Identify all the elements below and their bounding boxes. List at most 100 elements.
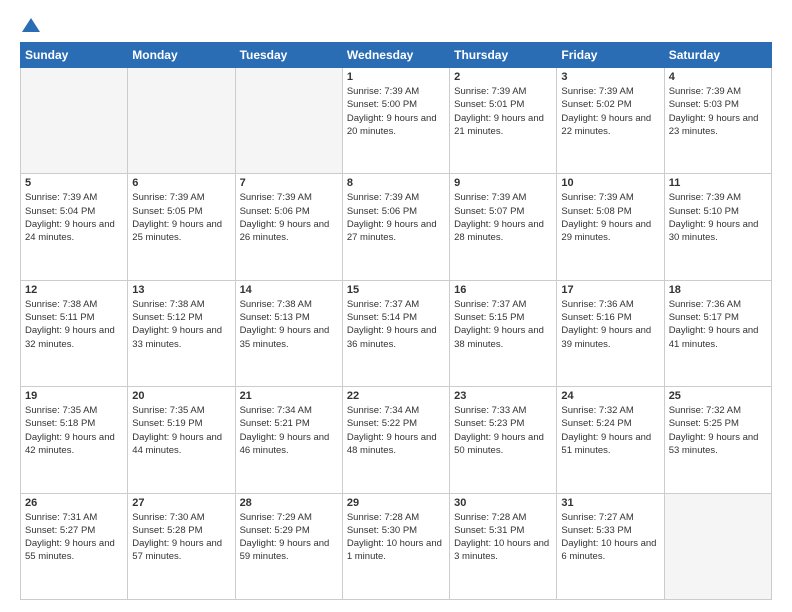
calendar-cell: 27 Sunrise: 7:30 AMSunset: 5:28 PMDaylig… <box>128 493 235 599</box>
calendar-cell: 13 Sunrise: 7:38 AMSunset: 5:12 PMDaylig… <box>128 280 235 386</box>
day-info: Sunrise: 7:31 AMSunset: 5:27 PMDaylight:… <box>25 511 123 564</box>
day-number: 20 <box>132 390 230 402</box>
weekday-header-saturday: Saturday <box>664 43 771 68</box>
weekday-header-friday: Friday <box>557 43 664 68</box>
day-number: 3 <box>561 71 659 83</box>
calendar-cell: 3 Sunrise: 7:39 AMSunset: 5:02 PMDayligh… <box>557 68 664 174</box>
day-info: Sunrise: 7:39 AMSunset: 5:01 PMDaylight:… <box>454 85 552 138</box>
day-number: 29 <box>347 497 445 509</box>
calendar-cell: 14 Sunrise: 7:38 AMSunset: 5:13 PMDaylig… <box>235 280 342 386</box>
day-info: Sunrise: 7:27 AMSunset: 5:33 PMDaylight:… <box>561 511 659 564</box>
day-number: 17 <box>561 284 659 296</box>
day-info: Sunrise: 7:38 AMSunset: 5:12 PMDaylight:… <box>132 298 230 351</box>
day-number: 30 <box>454 497 552 509</box>
day-info: Sunrise: 7:39 AMSunset: 5:04 PMDaylight:… <box>25 191 123 244</box>
day-number: 31 <box>561 497 659 509</box>
calendar-table: SundayMondayTuesdayWednesdayThursdayFrid… <box>20 42 772 600</box>
day-number: 9 <box>454 177 552 189</box>
calendar-cell: 8 Sunrise: 7:39 AMSunset: 5:06 PMDayligh… <box>342 174 449 280</box>
day-info: Sunrise: 7:39 AMSunset: 5:03 PMDaylight:… <box>669 85 767 138</box>
day-info: Sunrise: 7:37 AMSunset: 5:14 PMDaylight:… <box>347 298 445 351</box>
day-info: Sunrise: 7:30 AMSunset: 5:28 PMDaylight:… <box>132 511 230 564</box>
weekday-header-row: SundayMondayTuesdayWednesdayThursdayFrid… <box>21 43 772 68</box>
calendar-cell <box>664 493 771 599</box>
logo-triangle-icon <box>22 16 40 34</box>
day-info: Sunrise: 7:34 AMSunset: 5:21 PMDaylight:… <box>240 404 338 457</box>
calendar-cell: 5 Sunrise: 7:39 AMSunset: 5:04 PMDayligh… <box>21 174 128 280</box>
calendar-cell <box>21 68 128 174</box>
calendar-cell: 25 Sunrise: 7:32 AMSunset: 5:25 PMDaylig… <box>664 387 771 493</box>
week-row-5: 26 Sunrise: 7:31 AMSunset: 5:27 PMDaylig… <box>21 493 772 599</box>
day-number: 14 <box>240 284 338 296</box>
weekday-header-tuesday: Tuesday <box>235 43 342 68</box>
weekday-header-thursday: Thursday <box>450 43 557 68</box>
day-info: Sunrise: 7:38 AMSunset: 5:11 PMDaylight:… <box>25 298 123 351</box>
calendar-cell: 10 Sunrise: 7:39 AMSunset: 5:08 PMDaylig… <box>557 174 664 280</box>
day-info: Sunrise: 7:39 AMSunset: 5:10 PMDaylight:… <box>669 191 767 244</box>
day-info: Sunrise: 7:32 AMSunset: 5:25 PMDaylight:… <box>669 404 767 457</box>
day-number: 23 <box>454 390 552 402</box>
day-info: Sunrise: 7:36 AMSunset: 5:16 PMDaylight:… <box>561 298 659 351</box>
day-number: 24 <box>561 390 659 402</box>
calendar-cell: 15 Sunrise: 7:37 AMSunset: 5:14 PMDaylig… <box>342 280 449 386</box>
day-number: 8 <box>347 177 445 189</box>
day-number: 22 <box>347 390 445 402</box>
calendar-cell: 19 Sunrise: 7:35 AMSunset: 5:18 PMDaylig… <box>21 387 128 493</box>
calendar-cell: 9 Sunrise: 7:39 AMSunset: 5:07 PMDayligh… <box>450 174 557 280</box>
day-info: Sunrise: 7:35 AMSunset: 5:19 PMDaylight:… <box>132 404 230 457</box>
calendar-cell: 4 Sunrise: 7:39 AMSunset: 5:03 PMDayligh… <box>664 68 771 174</box>
day-number: 19 <box>25 390 123 402</box>
calendar-cell: 16 Sunrise: 7:37 AMSunset: 5:15 PMDaylig… <box>450 280 557 386</box>
day-info: Sunrise: 7:32 AMSunset: 5:24 PMDaylight:… <box>561 404 659 457</box>
logo <box>20 16 40 34</box>
day-number: 15 <box>347 284 445 296</box>
day-info: Sunrise: 7:35 AMSunset: 5:18 PMDaylight:… <box>25 404 123 457</box>
calendar-cell: 22 Sunrise: 7:34 AMSunset: 5:22 PMDaylig… <box>342 387 449 493</box>
day-number: 5 <box>25 177 123 189</box>
calendar-cell: 17 Sunrise: 7:36 AMSunset: 5:16 PMDaylig… <box>557 280 664 386</box>
day-info: Sunrise: 7:39 AMSunset: 5:08 PMDaylight:… <box>561 191 659 244</box>
calendar-cell: 6 Sunrise: 7:39 AMSunset: 5:05 PMDayligh… <box>128 174 235 280</box>
calendar-cell: 23 Sunrise: 7:33 AMSunset: 5:23 PMDaylig… <box>450 387 557 493</box>
day-info: Sunrise: 7:37 AMSunset: 5:15 PMDaylight:… <box>454 298 552 351</box>
day-info: Sunrise: 7:28 AMSunset: 5:30 PMDaylight:… <box>347 511 445 564</box>
day-number: 4 <box>669 71 767 83</box>
calendar-cell: 21 Sunrise: 7:34 AMSunset: 5:21 PMDaylig… <box>235 387 342 493</box>
day-info: Sunrise: 7:39 AMSunset: 5:06 PMDaylight:… <box>240 191 338 244</box>
weekday-header-sunday: Sunday <box>21 43 128 68</box>
calendar-cell: 31 Sunrise: 7:27 AMSunset: 5:33 PMDaylig… <box>557 493 664 599</box>
day-number: 11 <box>669 177 767 189</box>
day-info: Sunrise: 7:34 AMSunset: 5:22 PMDaylight:… <box>347 404 445 457</box>
day-info: Sunrise: 7:39 AMSunset: 5:06 PMDaylight:… <box>347 191 445 244</box>
calendar-cell: 20 Sunrise: 7:35 AMSunset: 5:19 PMDaylig… <box>128 387 235 493</box>
day-info: Sunrise: 7:38 AMSunset: 5:13 PMDaylight:… <box>240 298 338 351</box>
week-row-4: 19 Sunrise: 7:35 AMSunset: 5:18 PMDaylig… <box>21 387 772 493</box>
calendar-cell: 2 Sunrise: 7:39 AMSunset: 5:01 PMDayligh… <box>450 68 557 174</box>
day-info: Sunrise: 7:39 AMSunset: 5:07 PMDaylight:… <box>454 191 552 244</box>
day-info: Sunrise: 7:39 AMSunset: 5:02 PMDaylight:… <box>561 85 659 138</box>
calendar-cell: 30 Sunrise: 7:28 AMSunset: 5:31 PMDaylig… <box>450 493 557 599</box>
day-number: 6 <box>132 177 230 189</box>
day-number: 1 <box>347 71 445 83</box>
weekday-header-wednesday: Wednesday <box>342 43 449 68</box>
calendar-cell <box>128 68 235 174</box>
day-number: 28 <box>240 497 338 509</box>
calendar-cell: 26 Sunrise: 7:31 AMSunset: 5:27 PMDaylig… <box>21 493 128 599</box>
day-info: Sunrise: 7:29 AMSunset: 5:29 PMDaylight:… <box>240 511 338 564</box>
day-info: Sunrise: 7:33 AMSunset: 5:23 PMDaylight:… <box>454 404 552 457</box>
week-row-2: 5 Sunrise: 7:39 AMSunset: 5:04 PMDayligh… <box>21 174 772 280</box>
day-info: Sunrise: 7:28 AMSunset: 5:31 PMDaylight:… <box>454 511 552 564</box>
day-info: Sunrise: 7:36 AMSunset: 5:17 PMDaylight:… <box>669 298 767 351</box>
calendar-cell: 11 Sunrise: 7:39 AMSunset: 5:10 PMDaylig… <box>664 174 771 280</box>
day-info: Sunrise: 7:39 AMSunset: 5:00 PMDaylight:… <box>347 85 445 138</box>
calendar-cell: 28 Sunrise: 7:29 AMSunset: 5:29 PMDaylig… <box>235 493 342 599</box>
week-row-1: 1 Sunrise: 7:39 AMSunset: 5:00 PMDayligh… <box>21 68 772 174</box>
day-number: 21 <box>240 390 338 402</box>
day-number: 2 <box>454 71 552 83</box>
page: SundayMondayTuesdayWednesdayThursdayFrid… <box>0 0 792 612</box>
day-number: 12 <box>25 284 123 296</box>
calendar-cell: 1 Sunrise: 7:39 AMSunset: 5:00 PMDayligh… <box>342 68 449 174</box>
day-number: 13 <box>132 284 230 296</box>
calendar-cell: 29 Sunrise: 7:28 AMSunset: 5:30 PMDaylig… <box>342 493 449 599</box>
day-number: 16 <box>454 284 552 296</box>
